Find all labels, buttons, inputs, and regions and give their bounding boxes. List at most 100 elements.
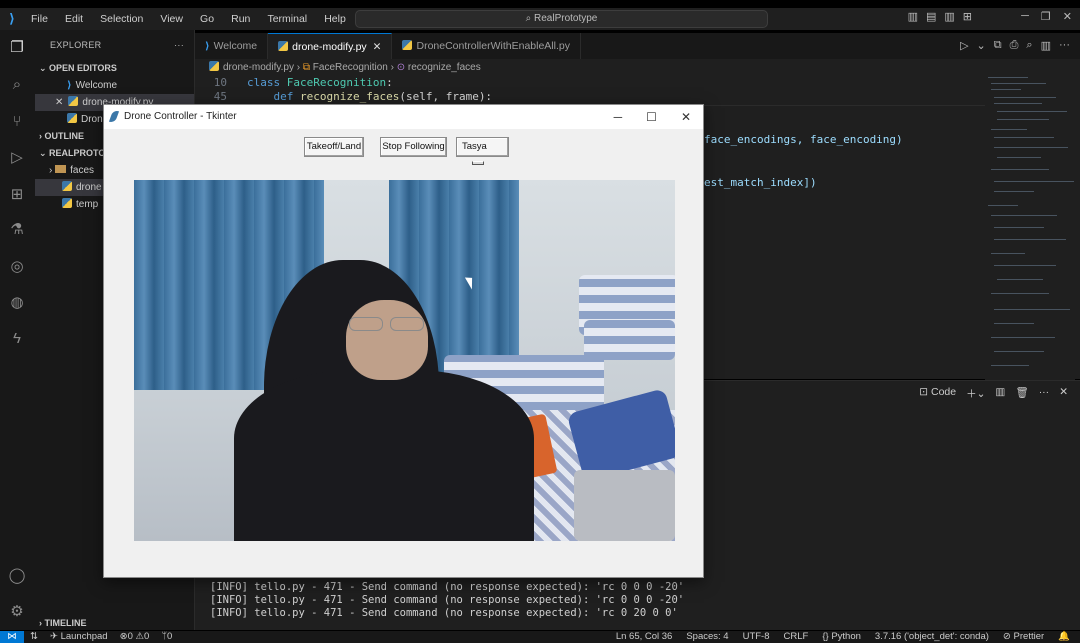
customize-layout-icon[interactable]: ⊞ <box>963 10 972 23</box>
toggle-secondary-sidebar-icon[interactable]: ▥ <box>944 10 954 23</box>
minimize-icon[interactable]: ─ <box>1021 10 1029 23</box>
extensions-icon[interactable]: ⊞ <box>7 185 27 205</box>
close-tab-icon[interactable]: ✕ <box>373 41 382 53</box>
explorer-title: EXPLORER <box>50 40 102 50</box>
close-editor-icon[interactable]: ✕ <box>55 97 63 108</box>
run-python-icon[interactable]: ▷ <box>960 39 968 52</box>
outline-label: OUTLINE <box>44 131 85 141</box>
close-icon[interactable]: ✕ <box>1063 10 1072 23</box>
editor-more-icon[interactable]: ··· <box>1059 39 1070 52</box>
run-debug-icon[interactable]: ▷ <box>7 148 27 168</box>
explorer-icon[interactable]: ❐ <box>7 38 27 58</box>
camera-feed <box>134 180 675 541</box>
more-actions-icon[interactable]: ··· <box>174 30 184 60</box>
takeoff-land-button[interactable]: Takeoff/Land <box>304 137 364 157</box>
tk-maximize-icon[interactable]: ☐ <box>646 105 657 129</box>
timeline-section[interactable]: › TIMELINE <box>35 615 87 632</box>
prettier-item[interactable]: ⊘ Prettier <box>1003 631 1044 643</box>
breadcrumb-class[interactable]: FaceRecognition <box>313 62 388 73</box>
target-option-value: Tasya <box>462 141 487 152</box>
language-mode[interactable]: {} Python <box>822 631 861 643</box>
search-view-icon[interactable]: ⌕ <box>7 75 27 95</box>
tkinter-titlebar[interactable]: Drone Controller - Tkinter ─ ☐ ✕ <box>104 105 703 129</box>
menu-terminal[interactable]: Terminal <box>267 13 307 25</box>
find-icon[interactable]: ⌕ <box>1026 39 1032 52</box>
kill-terminal-icon[interactable]: 🗑 <box>1015 386 1028 401</box>
function-args: (self, frame): <box>399 90 493 103</box>
launchpad-item[interactable]: ✈ Launchpad <box>50 631 108 643</box>
open-editor-label: Welcome <box>75 80 118 91</box>
language-label: Python <box>831 631 861 642</box>
split-terminal-icon[interactable]: ▥ <box>995 386 1005 401</box>
lightning-icon[interactable]: ϟ <box>7 329 27 349</box>
indentation[interactable]: Spaces: 4 <box>686 631 728 643</box>
tab-drone-controller[interactable]: DroneControllerWithEnableAll.py <box>392 33 581 59</box>
menu-selection[interactable]: Selection <box>100 13 143 25</box>
open-editors-label: OPEN EDITORS <box>49 63 117 73</box>
breadcrumb-method[interactable]: recognize_faces <box>408 62 481 73</box>
python-file-icon <box>209 61 219 71</box>
testing-icon[interactable]: ⚗ <box>7 220 27 240</box>
warning-icon: ⚠ <box>135 631 145 642</box>
notifications-bell-icon[interactable]: 🔔 <box>1058 631 1070 643</box>
run-dropdown-icon[interactable]: ⌄ <box>977 39 986 52</box>
open-editor-welcome[interactable]: ⟩ Welcome <box>35 77 194 94</box>
code-line: face_encodings, face_encoding) <box>704 133 903 146</box>
terminal-line: [INFO] tello.py - 471 - Send command (no… <box>210 594 685 606</box>
account-icon[interactable]: ◯ <box>7 566 27 586</box>
person-body <box>234 370 534 541</box>
menu-edit[interactable]: Edit <box>65 13 83 25</box>
tab-label: Welcome <box>213 40 258 52</box>
python-file-icon <box>62 181 72 191</box>
tab-drone-modify[interactable]: drone-modify.py ✕ <box>268 33 393 59</box>
breadcrumb-file[interactable]: drone-modify.py <box>223 62 294 73</box>
breadcrumb: drone-modify.py › ⧉ FaceRecognition › ⊙ … <box>195 59 1080 76</box>
command-center-search[interactable]: ⌕ RealPrototype <box>355 10 768 28</box>
sync-icon[interactable]: ⇅ <box>30 631 38 643</box>
line-ending[interactable]: CRLF <box>784 631 809 643</box>
menu-file[interactable]: File <box>31 13 48 25</box>
target-option-menu[interactable]: Tasya <box>456 137 509 165</box>
tab-welcome[interactable]: ⟩ Welcome <box>195 33 269 59</box>
terminal-instance-label: Code <box>931 386 957 398</box>
split-editor-icon[interactable]: ▥ <box>1041 39 1051 52</box>
tkinter-window: Drone Controller - Tkinter ─ ☐ ✕ Takeoff… <box>103 104 704 578</box>
code-fragment: face_encodings, face_encoding) <box>704 133 903 146</box>
source-control-icon[interactable]: ⑂ <box>7 112 27 132</box>
encoding[interactable]: UTF-8 <box>743 631 770 643</box>
remote-indicator-icon[interactable]: ⋈ <box>0 631 24 643</box>
panel-more-icon[interactable]: ··· <box>1039 386 1050 401</box>
error-icon: ⊗ <box>119 631 128 642</box>
terminal-instance[interactable]: ⊡ Code <box>919 386 956 401</box>
python-interpreter[interactable]: 3.7.16 ('object_det': conda) <box>875 631 989 643</box>
open-editors-section[interactable]: ⌄ OPEN EDITORS <box>35 60 194 77</box>
problems-item[interactable]: ⊗0 ⚠0 <box>120 631 150 643</box>
tk-close-icon[interactable]: ✕ <box>681 105 691 129</box>
minimap[interactable] <box>985 73 1075 383</box>
menu-run[interactable]: Run <box>231 13 250 25</box>
cursor-position[interactable]: Ln 65, Col 36 <box>616 631 673 643</box>
vscode-icon: ⟩ <box>67 80 72 91</box>
toggle-panel-icon[interactable]: ▤ <box>926 10 936 23</box>
menu-go[interactable]: Go <box>200 13 214 25</box>
stop-following-button[interactable]: Stop Following <box>380 137 447 157</box>
ports-item[interactable]: ᛘ0 <box>161 631 172 643</box>
remote-explorer-icon[interactable]: ◎ <box>7 257 27 277</box>
file-label: drone <box>76 182 102 193</box>
settings-gear-icon[interactable]: ⚙ <box>7 602 27 622</box>
explorer-header: EXPLORER ··· <box>35 30 194 60</box>
tk-minimize-icon[interactable]: ─ <box>614 105 623 129</box>
print-icon[interactable]: ⎙ <box>1010 39 1019 52</box>
gitlens-icon[interactable]: ◍ <box>7 293 27 313</box>
open-preview-icon[interactable]: ⧉ <box>994 39 1002 52</box>
tk-feather-icon <box>108 109 120 124</box>
close-panel-icon[interactable]: ✕ <box>1059 386 1068 401</box>
function-name: recognize_faces <box>300 90 400 103</box>
restore-icon[interactable]: ❐ <box>1041 10 1051 23</box>
error-count: 0 <box>127 631 133 642</box>
grey-bag <box>574 470 675 541</box>
menu-view[interactable]: View <box>160 13 183 25</box>
toggle-sidebar-icon[interactable]: ▥ <box>908 10 918 23</box>
new-terminal-icon[interactable]: ＋⌄ <box>966 386 985 401</box>
menu-help[interactable]: Help <box>324 13 346 25</box>
